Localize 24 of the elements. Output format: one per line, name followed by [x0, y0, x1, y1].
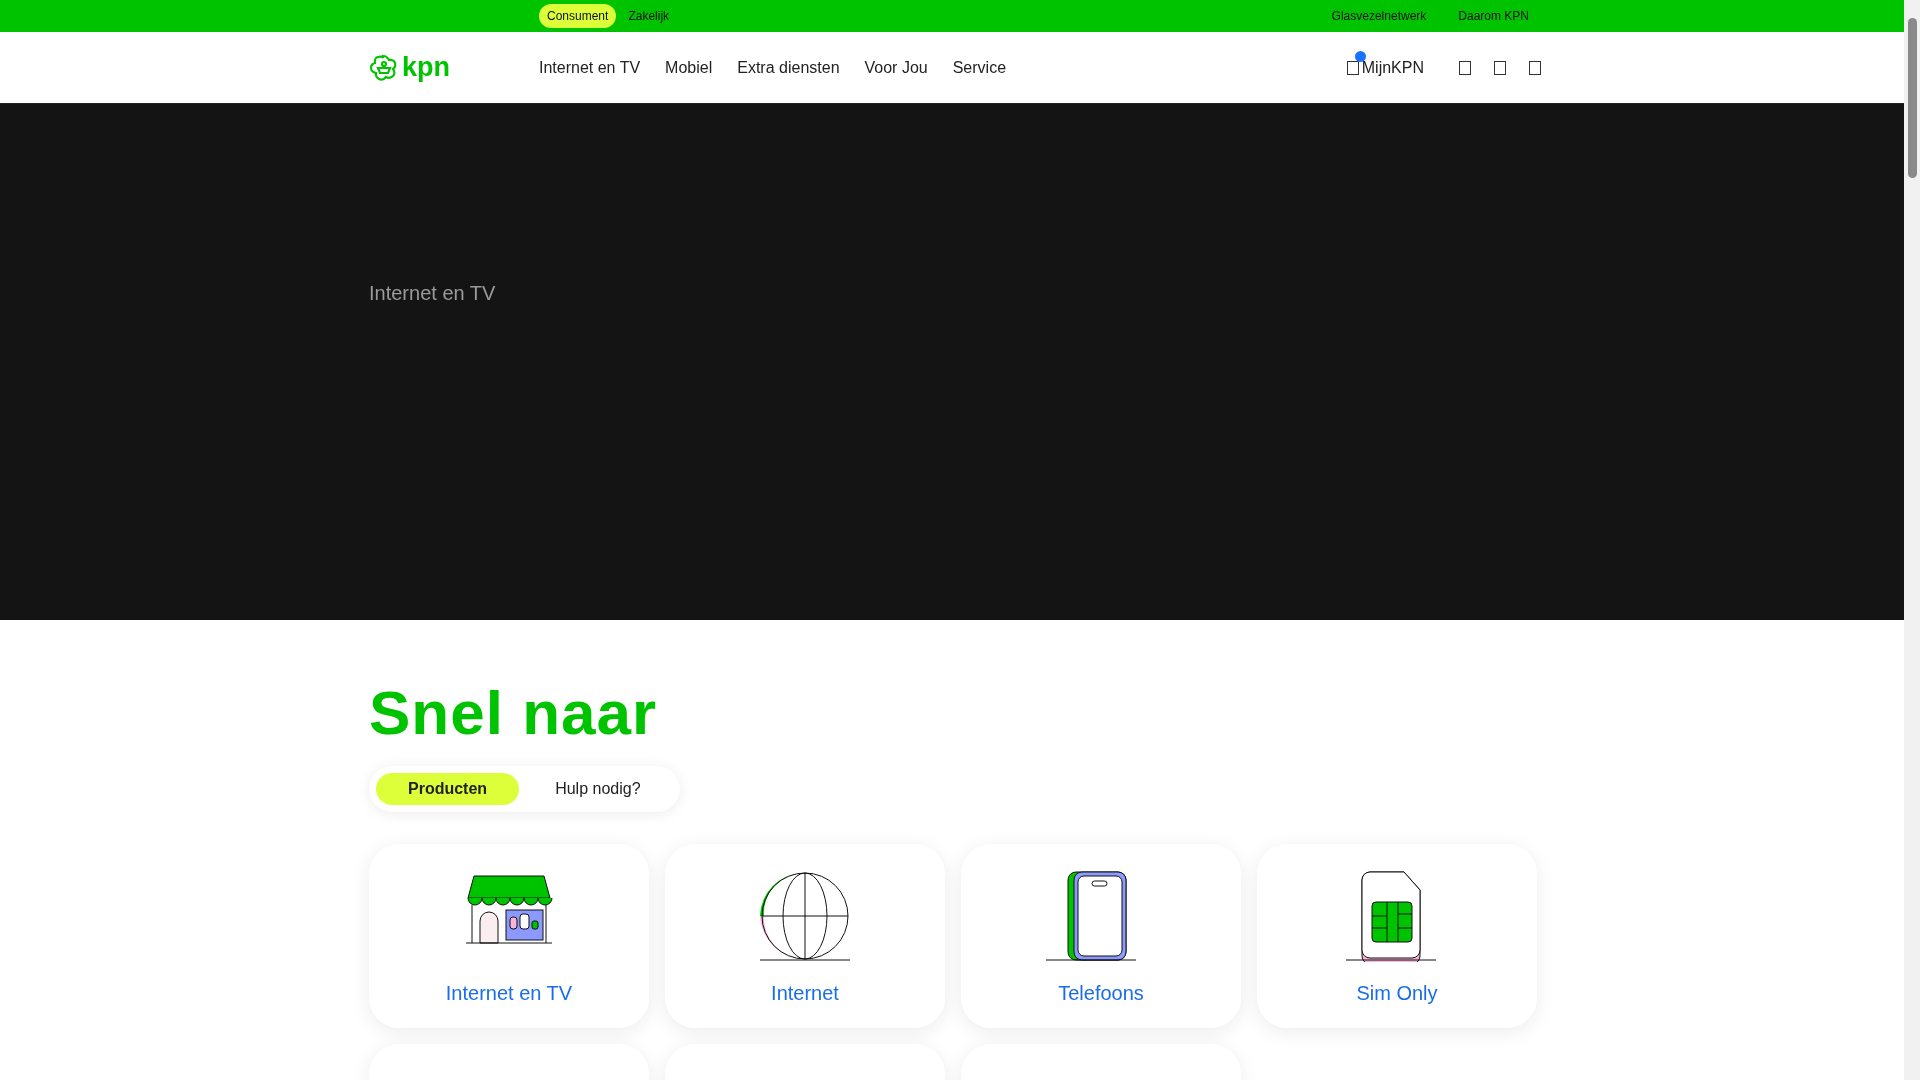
square-icon — [1346, 60, 1359, 75]
scrollbar[interactable] — [1904, 0, 1920, 1080]
segment-tab[interactable]: Zakelijk — [620, 4, 678, 28]
crown-logo-icon — [369, 52, 399, 83]
nav-link[interactable]: Internet en TV — [539, 58, 641, 77]
square-icon[interactable] — [1529, 60, 1541, 75]
segment-tab[interactable]: Consument — [539, 4, 617, 28]
product-card[interactable]: Internet en TV — [369, 844, 649, 1028]
section-heading: Snel naar — [369, 682, 659, 744]
product-card[interactable]: Internet — [665, 844, 945, 1028]
top-link[interactable]: Daarom KPN — [1450, 4, 1537, 28]
nav-link[interactable]: Voor Jou — [864, 58, 928, 77]
nav-link[interactable]: Service — [952, 58, 1007, 77]
hero-title: Internet en TV — [369, 282, 497, 305]
nav-link[interactable]: Mobiel — [665, 58, 713, 77]
product-card[interactable]: Sim Only — [1257, 844, 1537, 1028]
square-icon[interactable] — [1494, 60, 1506, 75]
top-link[interactable]: Glasvezelnetwerk — [1323, 4, 1435, 28]
tab[interactable]: Producten — [376, 773, 520, 805]
nav-link[interactable]: Extra diensten — [737, 58, 840, 77]
square-icon[interactable] — [1459, 60, 1471, 75]
account-link[interactable]: MijnKPN — [1346, 50, 1424, 77]
tab[interactable]: Hulp nodig? — [523, 773, 673, 805]
product-card[interactable]: Telefoons — [961, 844, 1241, 1028]
